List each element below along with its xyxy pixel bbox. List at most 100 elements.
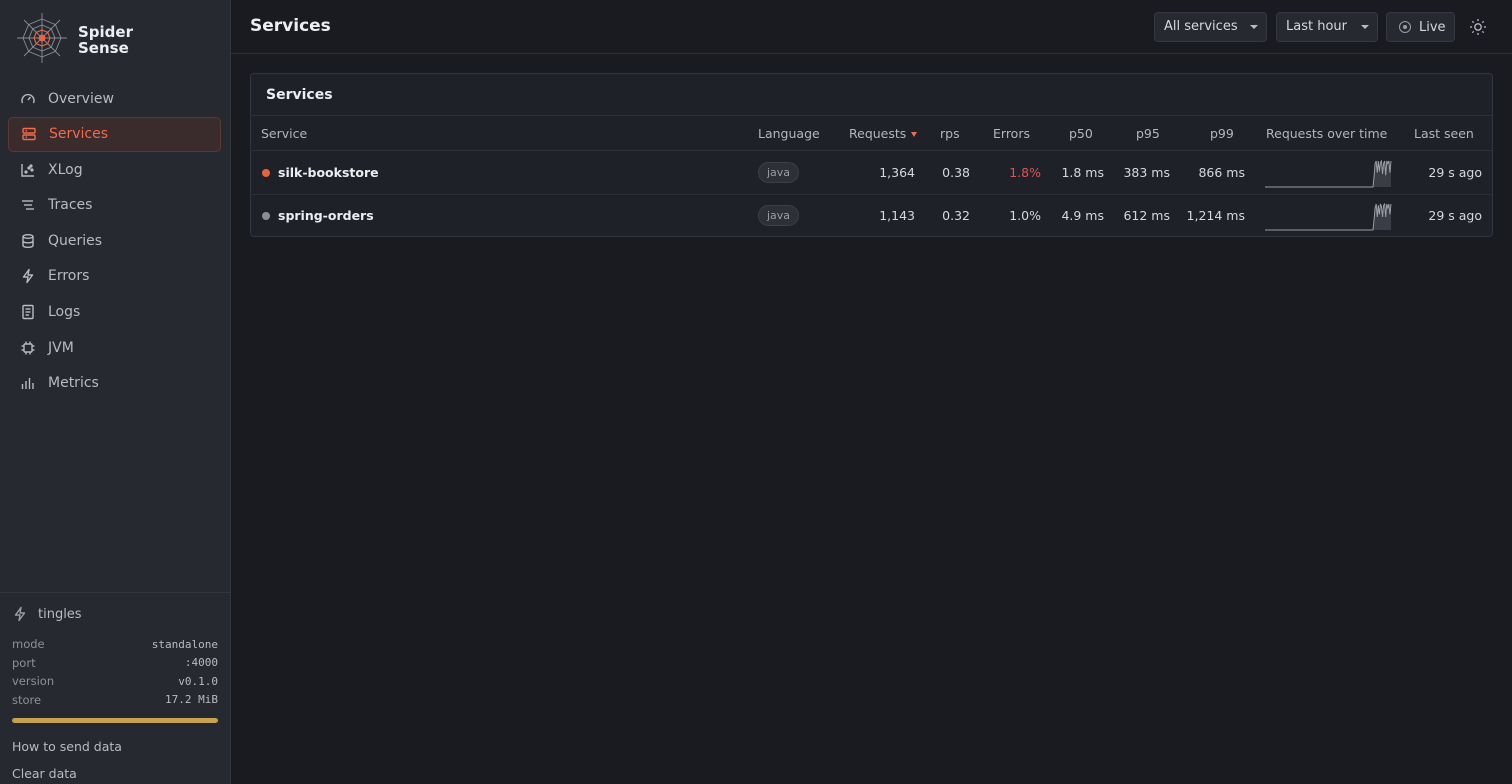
- gauge-icon: [20, 91, 36, 107]
- service-filter-select[interactable]: All services: [1154, 12, 1267, 42]
- brand-name: Spider Sense: [78, 24, 148, 56]
- sidebar-item-logs[interactable]: Logs: [8, 295, 221, 330]
- col-requests-label: Requests: [849, 126, 907, 141]
- instance-name: tingles: [12, 593, 218, 635]
- col-p95[interactable]: p95: [1136, 126, 1160, 141]
- clear-data-link[interactable]: Clear data: [12, 760, 218, 784]
- sidebar-item-errors[interactable]: Errors: [8, 259, 221, 294]
- live-toggle-button[interactable]: Live: [1386, 12, 1455, 42]
- col-last-seen[interactable]: Last seen: [1414, 126, 1474, 141]
- mode-label: mode: [12, 637, 45, 652]
- col-rps[interactable]: rps: [940, 126, 960, 141]
- sidebar-item-label: Logs: [48, 304, 81, 321]
- requests-value: 1,143: [879, 208, 915, 223]
- how-to-send-data-link[interactable]: How to send data: [12, 733, 218, 760]
- col-language[interactable]: Language: [758, 126, 820, 141]
- sun-icon[interactable]: [1469, 18, 1487, 36]
- bar-chart-icon: [20, 375, 36, 391]
- table-header: Service Language Requests rps Errors p50…: [251, 116, 1492, 151]
- chip-icon: [20, 340, 36, 356]
- sidebar-item-label: XLog: [48, 161, 83, 178]
- sidebar-item-overview[interactable]: Overview: [8, 81, 221, 116]
- page-title: Services: [250, 16, 331, 36]
- sidebar-item-services[interactable]: Services: [8, 116, 221, 152]
- document-icon: [20, 304, 36, 320]
- sparkline-line: [1265, 159, 1392, 188]
- store-usage-fill: [13, 719, 217, 722]
- top-bar: Services All services Last hour Live: [231, 0, 1512, 54]
- table-row[interactable]: silk-bookstore java 1,364 0.38 1.8% 1.8 …: [251, 152, 1492, 195]
- language-badge: java: [758, 205, 800, 226]
- version-value: v0.1.0: [178, 674, 218, 688]
- errors-value: 1.0%: [1009, 208, 1041, 223]
- store-usage-bar: [12, 718, 218, 723]
- chevron-down-icon: [1361, 25, 1369, 29]
- server-icon: [21, 126, 37, 142]
- col-p99[interactable]: p99: [1210, 126, 1234, 141]
- sidebar-item-jvm[interactable]: JVM: [8, 330, 221, 365]
- sidebar-item-label: Services: [49, 126, 109, 143]
- bolt-icon: [20, 268, 36, 284]
- rps-value: 0.38: [942, 165, 970, 180]
- service-name[interactable]: spring-orders: [278, 208, 374, 223]
- sidebar-footer: tingles mode standalone port :4000 versi…: [0, 592, 230, 784]
- service-name[interactable]: silk-bookstore: [278, 165, 379, 180]
- spider-web-logo-icon: [16, 12, 68, 68]
- p50-value: 1.8 ms: [1061, 165, 1104, 180]
- table-row[interactable]: spring-orders java 1,143 0.32 1.0% 4.9 m…: [251, 195, 1492, 238]
- sidebar-item-xlog[interactable]: XLog: [8, 152, 221, 187]
- service-filter-value: All services: [1164, 19, 1238, 34]
- sidebar-item-label: Errors: [48, 268, 90, 285]
- live-indicator-icon: [1399, 21, 1411, 33]
- store-row: store 17.2 MiB: [12, 691, 218, 710]
- sidebar-item-label: Metrics: [48, 375, 99, 392]
- sidebar-item-label: JVM: [48, 339, 74, 356]
- col-service[interactable]: Service: [261, 126, 307, 141]
- p99-value: 866 ms: [1198, 165, 1245, 180]
- brand[interactable]: Spider Sense: [16, 12, 148, 68]
- p50-value: 4.9 ms: [1061, 208, 1104, 223]
- store-value: 17.2 MiB: [165, 693, 218, 707]
- last-seen-value: 29 s ago: [1428, 208, 1482, 223]
- time-range-value: Last hour: [1286, 19, 1347, 34]
- p99-value: 1,214 ms: [1186, 208, 1245, 223]
- p95-value: 612 ms: [1123, 208, 1170, 223]
- sidebar-nav: Overview Services XLog Traces Queries Er…: [8, 81, 221, 401]
- col-errors[interactable]: Errors: [993, 126, 1030, 141]
- sidebar-item-label: Overview: [48, 90, 114, 107]
- sidebar: Spider Sense Overview Services XLog Trac…: [0, 0, 231, 784]
- version-label: version: [12, 674, 55, 689]
- bolt-icon: [14, 606, 26, 622]
- brand-name-line2: Sense: [78, 39, 129, 57]
- requests-value: 1,364: [879, 165, 915, 180]
- port-row: port :4000: [12, 654, 218, 673]
- sidebar-item-metrics[interactable]: Metrics: [8, 366, 221, 401]
- version-row: version v0.1.0: [12, 672, 218, 691]
- sidebar-item-queries[interactable]: Queries: [8, 223, 221, 258]
- rps-value: 0.32: [942, 208, 970, 223]
- sidebar-item-label: Traces: [48, 197, 93, 214]
- p95-value: 383 ms: [1123, 165, 1170, 180]
- chevron-down-icon: [1250, 25, 1258, 29]
- language-badge: java: [758, 162, 800, 183]
- card-title: Services: [266, 87, 333, 103]
- brand-name-line1: Spider: [78, 23, 133, 41]
- mode-value: standalone: [151, 637, 218, 651]
- sidebar-item-traces[interactable]: Traces: [8, 188, 221, 223]
- status-dot: [262, 212, 270, 220]
- sparkline-line: [1265, 202, 1392, 231]
- time-range-select[interactable]: Last hour: [1276, 12, 1378, 42]
- store-label: store: [12, 692, 42, 707]
- port-value: :4000: [184, 656, 218, 670]
- col-requests-over-time: Requests over time: [1266, 126, 1388, 141]
- port-label: port: [12, 655, 36, 670]
- instance-name-label: tingles: [38, 606, 82, 622]
- database-icon: [20, 233, 36, 249]
- errors-value: 1.8%: [1009, 165, 1041, 180]
- requests-sparkline: [1265, 202, 1392, 231]
- col-requests[interactable]: Requests: [849, 126, 918, 141]
- last-seen-value: 29 s ago: [1428, 165, 1482, 180]
- scatter-chart-icon: [20, 162, 36, 178]
- col-p50[interactable]: p50: [1069, 126, 1093, 141]
- traces-icon: [20, 197, 36, 213]
